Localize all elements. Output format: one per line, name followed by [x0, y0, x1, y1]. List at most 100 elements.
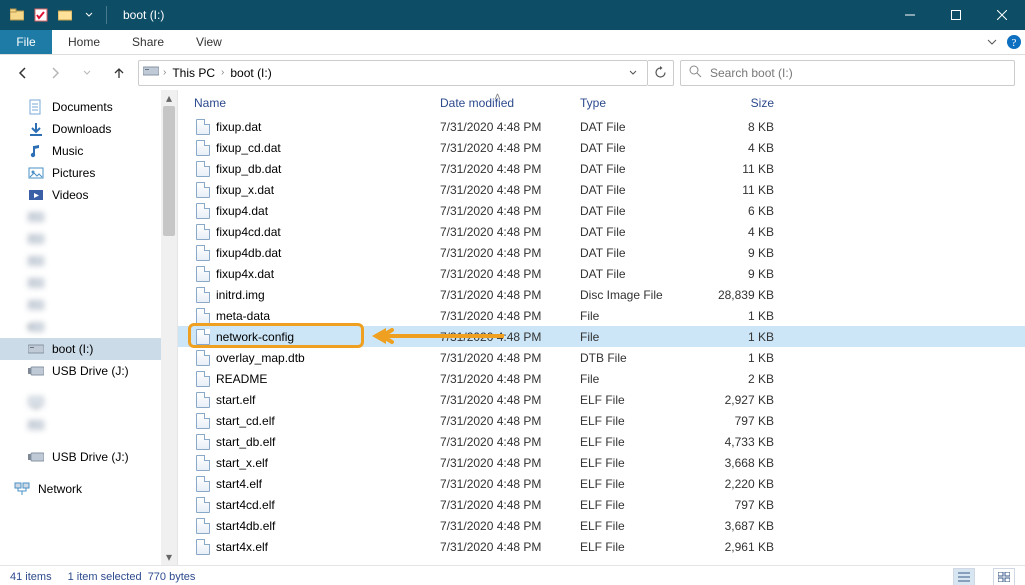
file-type: DAT File [580, 204, 698, 218]
file-icon [194, 434, 212, 450]
sidebar-item[interactable]: Network [0, 478, 161, 500]
file-size: 1 KB [698, 330, 774, 344]
scroll-thumb[interactable] [163, 106, 175, 236]
status-item-count: 41 items [10, 571, 52, 583]
file-row[interactable]: network-config7/31/2020 4:48 PMFile1 KB [178, 326, 1025, 347]
sidebar-item-label: boot (I:) [52, 342, 93, 356]
downloads-icon [28, 121, 44, 137]
sidebar-item-label: Documents [52, 100, 113, 114]
file-icon [194, 329, 212, 345]
sidebar-item[interactable] [0, 392, 161, 414]
view-details-button[interactable] [953, 568, 975, 585]
qat-dropdown-icon[interactable] [78, 4, 100, 26]
ribbon-file-tab[interactable]: File [0, 30, 52, 54]
sidebar-item[interactable]: Pictures [0, 162, 161, 184]
file-row[interactable]: initrd.img7/31/2020 4:48 PMDisc Image Fi… [178, 284, 1025, 305]
file-row[interactable]: overlay_map.dtb7/31/2020 4:48 PMDTB File… [178, 347, 1025, 368]
help-icon[interactable]: ? [1003, 30, 1025, 54]
file-row[interactable]: fixup_x.dat7/31/2020 4:48 PMDAT File11 K… [178, 179, 1025, 200]
file-row[interactable]: fixup_db.dat7/31/2020 4:48 PMDAT File11 … [178, 158, 1025, 179]
file-row[interactable]: fixup_cd.dat7/31/2020 4:48 PMDAT File4 K… [178, 137, 1025, 158]
sidebar-item[interactable] [0, 272, 161, 294]
file-size: 6 KB [698, 204, 774, 218]
sidebar-item[interactable]: USB Drive (J:) [0, 360, 161, 382]
sidebar-item[interactable] [0, 250, 161, 272]
file-row[interactable]: start.elf7/31/2020 4:48 PMELF File2,927 … [178, 389, 1025, 410]
file-name: fixup4cd.dat [216, 225, 440, 239]
file-date: 7/31/2020 4:48 PM [440, 393, 580, 407]
sidebar-item[interactable]: Documents [0, 96, 161, 118]
sidebar-item[interactable]: Videos [0, 184, 161, 206]
sidebar-item[interactable]: USB Drive (J:) [0, 446, 161, 468]
qat-explorer-icon[interactable] [6, 4, 28, 26]
pc-icon [28, 395, 44, 411]
ribbon-tab-share[interactable]: Share [116, 30, 180, 54]
drive-icon [28, 275, 44, 291]
qat-properties-icon[interactable] [30, 4, 52, 26]
sidebar-item[interactable] [0, 206, 161, 228]
close-button[interactable] [979, 0, 1025, 30]
file-row[interactable]: start4.elf7/31/2020 4:48 PMELF File2,220… [178, 473, 1025, 494]
ribbon-tab-view[interactable]: View [180, 30, 238, 54]
file-row[interactable]: fixup4cd.dat7/31/2020 4:48 PMDAT File4 K… [178, 221, 1025, 242]
file-row[interactable]: start4x.elf7/31/2020 4:48 PMELF File2,96… [178, 536, 1025, 557]
file-row[interactable]: fixup4x.dat7/31/2020 4:48 PMDAT File9 KB [178, 263, 1025, 284]
nav-forward-button[interactable] [42, 60, 68, 86]
file-date: 7/31/2020 4:48 PM [440, 330, 580, 344]
nav-up-button[interactable] [106, 60, 132, 86]
file-row[interactable]: start_db.elf7/31/2020 4:48 PMELF File4,7… [178, 431, 1025, 452]
sidebar-item[interactable] [0, 294, 161, 316]
column-name[interactable]: Name [194, 90, 440, 116]
scroll-up-icon[interactable]: ▴ [161, 90, 177, 106]
column-size[interactable]: Size [698, 90, 774, 116]
file-row[interactable]: README7/31/2020 4:48 PMFile2 KB [178, 368, 1025, 389]
view-thumbnails-button[interactable] [993, 568, 1015, 585]
column-date[interactable]: Date modified [440, 90, 580, 116]
address-dropdown-icon[interactable] [623, 69, 643, 77]
file-row[interactable]: fixup4db.dat7/31/2020 4:48 PMDAT File9 K… [178, 242, 1025, 263]
file-size: 8 KB [698, 120, 774, 134]
file-row[interactable]: start4cd.elf7/31/2020 4:48 PMELF File797… [178, 494, 1025, 515]
maximize-button[interactable] [933, 0, 979, 30]
file-type: DAT File [580, 246, 698, 260]
file-date: 7/31/2020 4:48 PM [440, 183, 580, 197]
file-name: fixup_x.dat [216, 183, 440, 197]
sidebar-item[interactable]: Downloads [0, 118, 161, 140]
file-icon [194, 203, 212, 219]
sidebar-item[interactable] [0, 316, 161, 338]
refresh-button[interactable] [648, 60, 674, 86]
ribbon-tab-home[interactable]: Home [52, 30, 116, 54]
file-name: overlay_map.dtb [216, 351, 440, 365]
music-icon [28, 143, 44, 159]
ribbon-expand-icon[interactable] [981, 30, 1003, 54]
chevron-right-icon[interactable]: › [221, 67, 224, 78]
sidebar-item[interactable] [0, 228, 161, 250]
nav-scrollbar[interactable]: ▴ ▾ [161, 90, 177, 565]
chevron-right-icon[interactable]: › [163, 67, 166, 78]
file-name: start.elf [216, 393, 440, 407]
address-bar[interactable]: › This PC › boot (I:) [138, 60, 648, 86]
drive-icon [28, 341, 44, 357]
file-row[interactable]: fixup.dat7/31/2020 4:48 PMDAT File8 KB [178, 116, 1025, 137]
qat-folder-icon[interactable] [54, 4, 76, 26]
file-row[interactable]: fixup4.dat7/31/2020 4:48 PMDAT File6 KB [178, 200, 1025, 221]
sidebar-item[interactable]: boot (I:) [0, 338, 161, 360]
file-icon [194, 161, 212, 177]
file-name: start4db.elf [216, 519, 440, 533]
minimize-button[interactable] [887, 0, 933, 30]
search-box[interactable]: Search boot (I:) [680, 60, 1015, 86]
sidebar-item[interactable] [0, 414, 161, 436]
column-type[interactable]: Type [580, 90, 698, 116]
file-row[interactable]: start4db.elf7/31/2020 4:48 PMELF File3,6… [178, 515, 1025, 536]
file-icon [194, 119, 212, 135]
file-date: 7/31/2020 4:48 PM [440, 414, 580, 428]
file-row[interactable]: start_cd.elf7/31/2020 4:48 PMELF File797… [178, 410, 1025, 431]
breadcrumb-this-pc[interactable]: This PC [170, 66, 217, 80]
nav-recent-dropdown[interactable] [74, 60, 100, 86]
breadcrumb-boot[interactable]: boot (I:) [228, 66, 273, 80]
file-row[interactable]: start_x.elf7/31/2020 4:48 PMELF File3,66… [178, 452, 1025, 473]
file-row[interactable]: meta-data7/31/2020 4:48 PMFile1 KB [178, 305, 1025, 326]
nav-back-button[interactable] [10, 60, 36, 86]
sidebar-item[interactable]: Music [0, 140, 161, 162]
scroll-down-icon[interactable]: ▾ [161, 549, 177, 565]
